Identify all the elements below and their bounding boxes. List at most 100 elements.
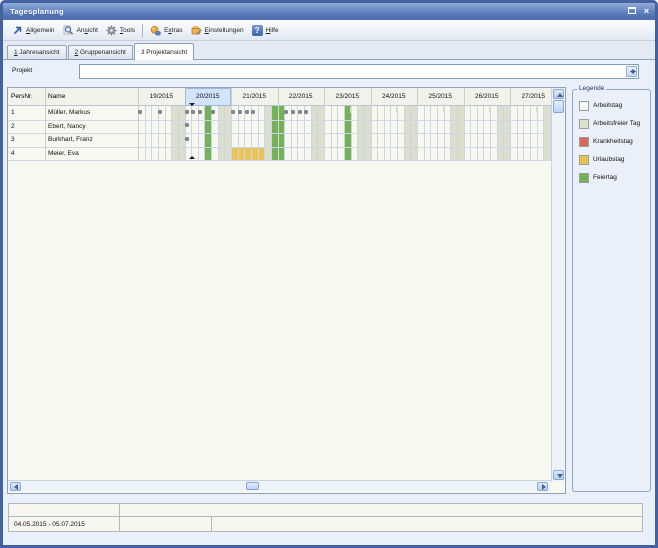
week-header[interactable]: 25/2015 xyxy=(417,88,464,106)
sick-day-swatch xyxy=(579,137,589,147)
menu-item-allgemein[interactable]: Allgemein xyxy=(8,23,59,38)
col-header-persnr[interactable]: PersNr. xyxy=(11,88,33,106)
appointment-dot xyxy=(185,110,189,114)
appointment-dot xyxy=(138,110,142,114)
date-range: 04.05.2015 - 05.07.2015 xyxy=(9,517,120,531)
scroll-right-button[interactable] xyxy=(537,482,548,491)
legend-item-arbeitsfreier-tag: Arbeitsfreier Tag xyxy=(579,118,640,129)
titlebar[interactable]: Tagesplanung × xyxy=(3,3,655,20)
menu-label: Einstellungen xyxy=(205,27,244,34)
planning-grid-panel: 19/201520/201521/201522/201523/201524/20… xyxy=(7,87,566,494)
project-combobox[interactable] xyxy=(79,64,639,79)
menu-item-extras[interactable]: Extras xyxy=(146,23,186,38)
scroll-left-button[interactable] xyxy=(10,482,21,491)
horizontal-scroll-thumb[interactable] xyxy=(246,482,259,490)
week-header[interactable]: 23/2015 xyxy=(324,88,371,106)
menu-item-einstellungen[interactable]: Einstellungen xyxy=(187,23,248,38)
half-day-tick xyxy=(536,107,538,113)
tabbar: 1 Jahresansicht 2 Gruppenansicht 3 Proje… xyxy=(3,41,655,60)
project-combo-input[interactable] xyxy=(81,66,625,77)
day-cell-vacation[interactable] xyxy=(231,147,264,161)
week-header[interactable]: 19/2015 xyxy=(138,88,185,106)
chevron-down-icon xyxy=(630,71,636,74)
menu-label: Ansicht xyxy=(77,27,98,34)
day-marker-top xyxy=(189,103,195,106)
vertical-scrollbar[interactable] xyxy=(551,88,565,482)
row-persnr[interactable]: 4 xyxy=(11,147,43,161)
menubar: Allgemein Ansicht Tools Extras Einstellu… xyxy=(3,20,655,41)
status-cell xyxy=(9,504,120,516)
arrow-right-icon xyxy=(542,484,546,490)
arrow-left-icon xyxy=(14,484,18,490)
magnifier-icon xyxy=(63,25,74,36)
appointment-dot xyxy=(298,110,302,114)
vacation-day-swatch xyxy=(579,155,589,165)
row-name[interactable]: Müller, Markus xyxy=(48,106,136,120)
half-day-tick xyxy=(443,107,445,113)
legend-item-feiertag: Feiertag xyxy=(579,172,617,183)
scroll-up-button[interactable] xyxy=(553,89,564,99)
appointment-dot xyxy=(211,110,215,114)
week-header[interactable]: 27/2015 xyxy=(510,88,551,106)
menu-separator xyxy=(142,24,143,37)
settings-icon xyxy=(191,25,202,36)
row-name[interactable]: Burkhart, Franz xyxy=(48,133,136,147)
week-header[interactable]: 26/2015 xyxy=(464,88,511,106)
menu-label: Extras xyxy=(164,27,182,34)
gridline xyxy=(45,88,46,160)
restore-icon xyxy=(628,7,636,14)
arrow-up-icon xyxy=(557,93,563,97)
close-button[interactable]: × xyxy=(641,6,652,17)
row-name[interactable]: Meier, Eva xyxy=(48,147,136,161)
appointment-dot xyxy=(231,110,235,114)
col-header-name[interactable]: Name xyxy=(48,88,65,106)
appointment-dot xyxy=(245,110,249,114)
week-header[interactable]: 24/2015 xyxy=(371,88,418,106)
appointment-dot xyxy=(304,110,308,114)
arrow-up-right-icon xyxy=(12,25,23,36)
half-day-tick xyxy=(489,107,491,113)
row-persnr[interactable]: 1 xyxy=(11,106,43,120)
tab-projektansicht[interactable]: 3 Projektansicht xyxy=(134,43,194,60)
week-header[interactable]: 22/2015 xyxy=(278,88,325,106)
half-day-tick xyxy=(350,107,352,113)
appointment-dot xyxy=(185,137,189,141)
extras-icon xyxy=(150,25,161,36)
menu-item-tools[interactable]: Tools xyxy=(102,23,139,38)
arrow-down-icon xyxy=(557,474,563,478)
restore-button[interactable] xyxy=(627,6,638,17)
tab-jahresansicht[interactable]: 1 Jahresansicht xyxy=(7,45,67,59)
appointment-dot xyxy=(198,110,202,114)
combo-dropdown-button[interactable] xyxy=(626,66,637,77)
menu-label: Tools xyxy=(120,27,135,34)
vertical-scroll-thumb[interactable] xyxy=(553,100,564,113)
menu-item-ansicht[interactable]: Ansicht xyxy=(59,23,102,38)
menu-item-hilfe[interactable]: Hilfe xyxy=(248,23,283,38)
status-row-top xyxy=(8,503,643,517)
week-header[interactable]: 21/2015 xyxy=(231,88,278,106)
row-persnr[interactable]: 2 xyxy=(11,120,43,134)
appointment-dot xyxy=(291,110,295,114)
legend-panel: Legende Arbeitstag Arbeitsfreier Tag Kra… xyxy=(572,89,651,492)
holiday-swatch xyxy=(579,173,589,183)
appointment-dot xyxy=(284,110,288,114)
status-cell xyxy=(120,517,212,531)
row-persnr[interactable]: 3 xyxy=(11,133,43,147)
horizontal-scrollbar[interactable] xyxy=(8,480,551,491)
app-window: Tagesplanung × Allgemein Ansicht Tools E… xyxy=(0,0,658,548)
status-cell xyxy=(212,517,642,531)
gridline xyxy=(8,160,551,161)
half-day-tick xyxy=(396,107,398,113)
gear-icon xyxy=(106,25,117,36)
day-marker-bottom xyxy=(189,156,195,159)
appointment-dot xyxy=(158,110,162,114)
scroll-down-button[interactable] xyxy=(553,470,564,480)
tab-gruppenansicht[interactable]: 2 Gruppenansicht xyxy=(68,45,133,59)
legend-item-arbeitstag: Arbeitstag xyxy=(579,100,622,111)
status-cell xyxy=(120,504,642,516)
legend-item-urlaubstag: Urlaubstag xyxy=(579,154,624,165)
planning-grid: 19/201520/201521/201522/201523/201524/20… xyxy=(8,88,551,482)
appointment-dot xyxy=(238,110,242,114)
legend-item-krankheitstag: Krankheitstag xyxy=(579,136,633,147)
row-name[interactable]: Ebert, Nancy xyxy=(48,120,136,134)
